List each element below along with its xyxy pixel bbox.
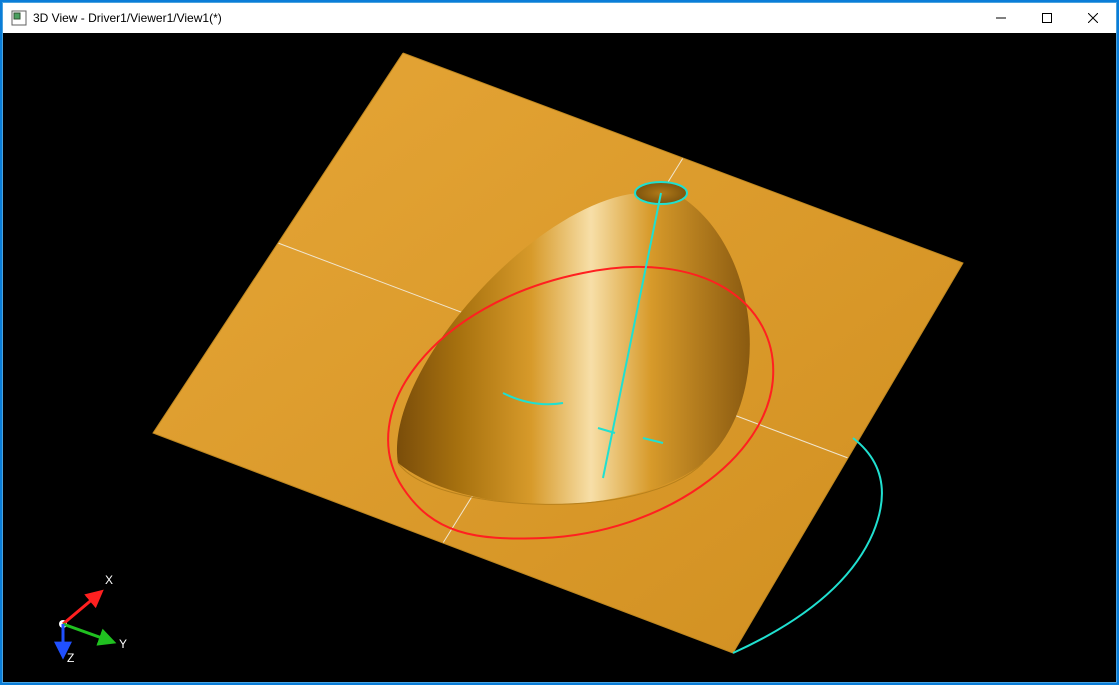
minimize-button[interactable] xyxy=(978,3,1024,33)
3d-viewport[interactable]: X Y Z xyxy=(3,33,1116,682)
app-window: 3D View - Driver1/Viewer1/View1(*) xyxy=(3,3,1116,682)
titlebar[interactable]: 3D View - Driver1/Viewer1/View1(*) xyxy=(3,3,1116,34)
close-button[interactable] xyxy=(1070,3,1116,33)
app-icon xyxy=(11,10,27,26)
scene-svg xyxy=(3,33,1116,682)
window-title: 3D View - Driver1/Viewer1/View1(*) xyxy=(33,11,222,25)
maximize-button[interactable] xyxy=(1024,3,1070,33)
